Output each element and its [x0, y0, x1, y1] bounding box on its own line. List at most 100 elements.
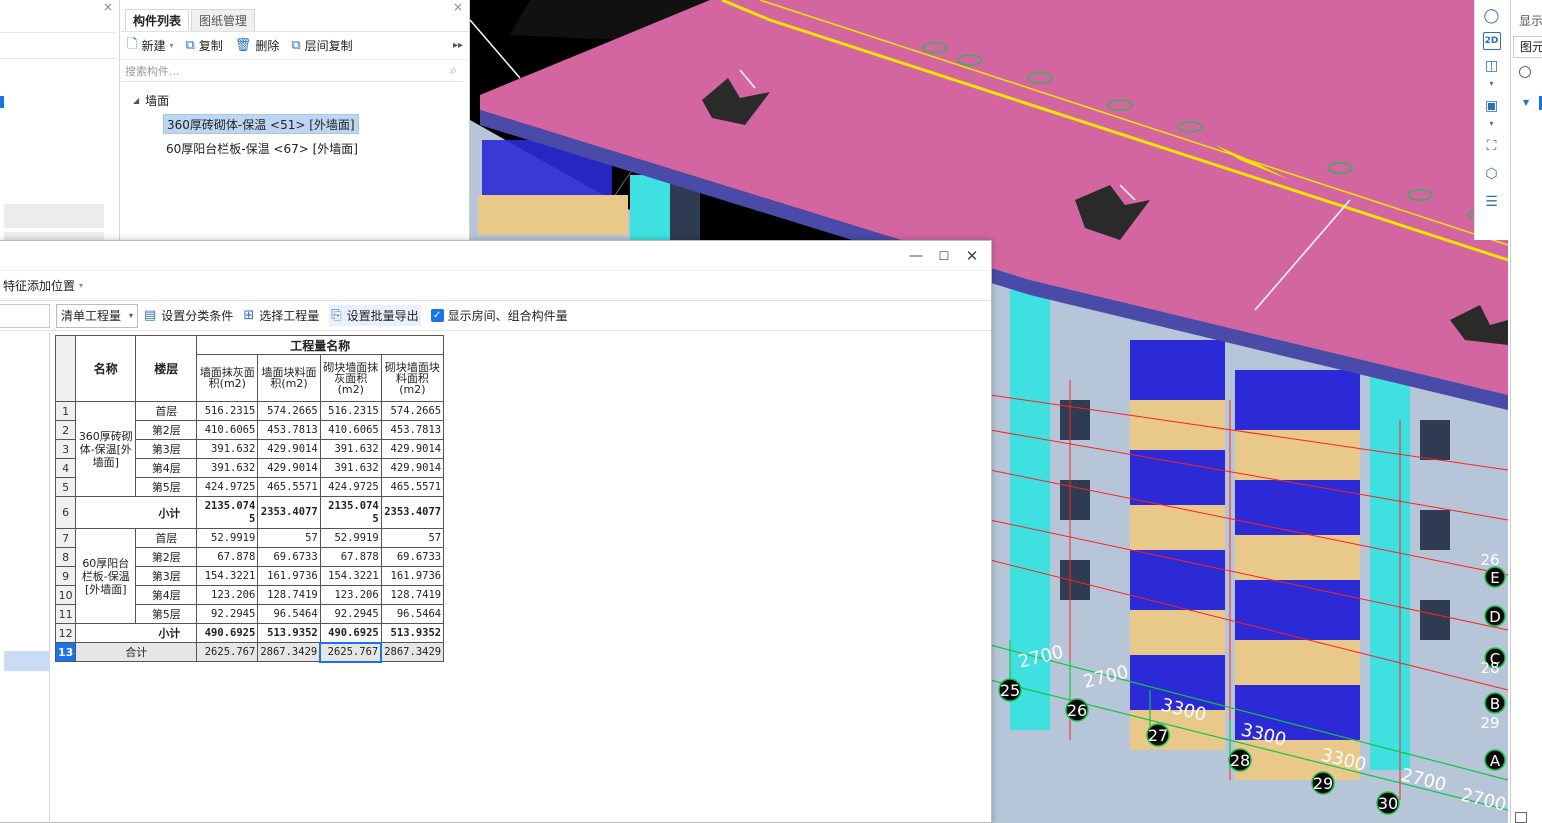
subtotal-row[interactable]: 6 小计 2135.0745 2353.4077 2135.0745 2353.… [54, 496, 445, 529]
total-label[interactable]: 合计 [75, 642, 198, 662]
value-cell[interactable]: 391.632 [196, 439, 259, 459]
value-cell[interactable]: 516.2315 [319, 401, 382, 421]
row-number[interactable]: 12 [54, 623, 77, 643]
radio-button[interactable] [1519, 66, 1531, 78]
checkbox-icon[interactable] [0, 96, 4, 108]
copy-button[interactable]: ⧉ 复制 [185, 37, 222, 54]
subtotal-value[interactable]: 2353.4077 [380, 496, 445, 529]
value-cell[interactable]: 429.9014 [257, 458, 321, 478]
floor-cell[interactable]: 第3层 [135, 439, 198, 459]
component-search-input[interactable]: 搜索构件... ⌕ [121, 60, 463, 82]
value-cell[interactable]: 391.632 [319, 439, 382, 459]
row-number[interactable]: 4 [54, 458, 77, 478]
total-row[interactable]: 13 合计 2625.767 2867.3429 2625.767 2867.3… [54, 641, 445, 663]
value-cell[interactable]: 57 [257, 528, 321, 548]
subtotal-value[interactable]: 2135.0745 [319, 496, 382, 529]
value-cell[interactable]: 96.5464 [257, 604, 321, 624]
tree-group-wall-surface[interactable]: ◢ 墙面 [121, 88, 469, 112]
column-header-tile-area[interactable]: 墙面块料面积(m2) [257, 354, 321, 402]
subtotal-value[interactable]: 513.9352 [257, 623, 321, 643]
value-cell[interactable]: 410.6065 [196, 420, 259, 440]
row-number[interactable]: 5 [54, 477, 77, 497]
column-header-plaster-area[interactable]: 墙面抹灰面积(m2) [196, 354, 259, 402]
total-value[interactable]: 2867.3429 [380, 642, 445, 662]
value-cell[interactable]: 453.7813 [380, 420, 445, 440]
floor-cell[interactable]: 首层 [135, 401, 198, 421]
value-cell[interactable]: 96.5464 [380, 604, 445, 624]
subtotal-value[interactable]: 2353.4077 [257, 496, 321, 529]
left-panel-close-icon[interactable]: × [103, 0, 113, 14]
row-number[interactable]: 1 [54, 401, 77, 421]
value-cell[interactable]: 516.2315 [196, 401, 259, 421]
value-cell[interactable]: 429.9014 [380, 458, 445, 478]
value-cell[interactable]: 161.9736 [380, 566, 445, 586]
value-cell[interactable]: 410.6065 [319, 420, 382, 440]
select-quantity-button[interactable]: ⊞ 选择工程量 [243, 307, 319, 324]
floor-cell[interactable]: 第3层 [135, 566, 198, 586]
tab-component-list[interactable]: 构件列表 [125, 9, 190, 31]
chevron-down-icon[interactable]: ▾ [79, 281, 83, 290]
value-cell[interactable]: 161.9736 [257, 566, 321, 586]
value-cell[interactable]: 391.632 [196, 458, 259, 478]
value-cell[interactable]: 465.5571 [380, 477, 445, 497]
value-cell[interactable]: 424.9725 [196, 477, 259, 497]
floor-cell[interactable]: 第4层 [135, 458, 198, 478]
left-panel-item[interactable] [4, 204, 104, 228]
total-value[interactable]: 2867.3429 [257, 642, 321, 662]
floor-copy-button[interactable]: ⧉ 层间复制 [291, 37, 352, 54]
value-cell[interactable]: 92.2945 [196, 604, 259, 624]
value-cell[interactable]: 52.9919 [196, 528, 259, 548]
value-cell[interactable]: 574.2665 [257, 401, 321, 421]
value-cell[interactable]: 429.9014 [257, 439, 321, 459]
total-value-selected[interactable]: 2625.767 [319, 641, 383, 663]
set-classification-button[interactable]: ▤ 设置分类条件 [144, 307, 233, 324]
value-cell[interactable]: 453.7813 [257, 420, 321, 440]
subtotal-label[interactable]: 小计 [75, 496, 198, 529]
value-cell[interactable]: 128.7419 [257, 585, 321, 605]
value-cell[interactable]: 52.9919 [319, 528, 382, 548]
value-cell[interactable]: 69.6733 [257, 547, 321, 567]
subtotal-value[interactable]: 490.6925 [196, 623, 259, 643]
delete-button[interactable]: 🗑 删除 [235, 37, 280, 54]
table-row[interactable]: 7 60厚阳台栏板-保温[外墙面] 首层 52.9919 57 52.9919 … [54, 528, 445, 624]
value-cell[interactable]: 69.6733 [380, 547, 445, 567]
quantity-type-select[interactable]: 清单工程量 ▾ [56, 303, 138, 328]
row-number[interactable]: 2 [54, 420, 77, 440]
floor-cell[interactable]: 第5层 [135, 604, 198, 624]
value-cell[interactable]: 391.632 [319, 458, 382, 478]
column-header-name[interactable]: 名称 [75, 335, 137, 402]
column-header-block-tile-area[interactable]: 砌块墙面块料面积(m2) [380, 354, 445, 402]
floor-cell[interactable]: 第2层 [135, 420, 198, 440]
value-cell[interactable]: 424.9725 [319, 477, 382, 497]
row-number[interactable]: 9 [54, 566, 77, 586]
row-number[interactable]: 11 [54, 604, 77, 624]
row-number[interactable]: 7 [54, 528, 77, 548]
floor-cell[interactable]: 第2层 [135, 547, 198, 567]
value-cell[interactable]: 429.9014 [380, 439, 445, 459]
new-button[interactable]: 🗋 新建 ▾ [127, 35, 173, 57]
row-number[interactable]: 10 [54, 585, 77, 605]
subtotal-row[interactable]: 12 小计 490.6925 513.9352 490.6925 513.935… [54, 623, 445, 643]
subtotal-value[interactable]: 2135.0745 [196, 496, 259, 529]
floor-cell[interactable]: 第5层 [135, 477, 198, 497]
subtotal-label[interactable]: 小计 [75, 623, 198, 643]
feature-position-dropdown[interactable]: 特征添加位置 [3, 277, 75, 294]
column-header-block-plaster-area[interactable]: 砌块墙面抹灰面积(m2) [319, 354, 382, 402]
value-cell[interactable]: 154.3221 [319, 566, 382, 586]
tree-item-brick-wall[interactable]: 360厚砖砌体-保温 <51> [外墙面] [163, 114, 359, 134]
subtotal-value[interactable]: 513.9352 [380, 623, 445, 643]
floor-cell[interactable]: 首层 [135, 528, 198, 548]
toolbar-more-icon[interactable]: ▸▸ [453, 40, 463, 51]
collapse-triangle-icon[interactable]: ◢ [133, 96, 139, 105]
value-cell[interactable]: 128.7419 [380, 585, 445, 605]
checkbox[interactable] [1515, 812, 1527, 823]
row-number[interactable]: 8 [54, 547, 77, 567]
show-rooms-checkbox[interactable]: ✓ [430, 309, 444, 322]
minimize-button[interactable]: — [906, 247, 926, 265]
properties-icon[interactable]: ☰ [1479, 190, 1505, 214]
view-2d-button[interactable]: 2D [1482, 32, 1501, 50]
tab-drawing-management[interactable]: 图纸管理 [191, 9, 256, 31]
value-cell[interactable]: 92.2945 [319, 604, 382, 624]
value-cell[interactable]: 154.3221 [196, 566, 259, 586]
total-value[interactable]: 2625.767 [196, 642, 259, 662]
